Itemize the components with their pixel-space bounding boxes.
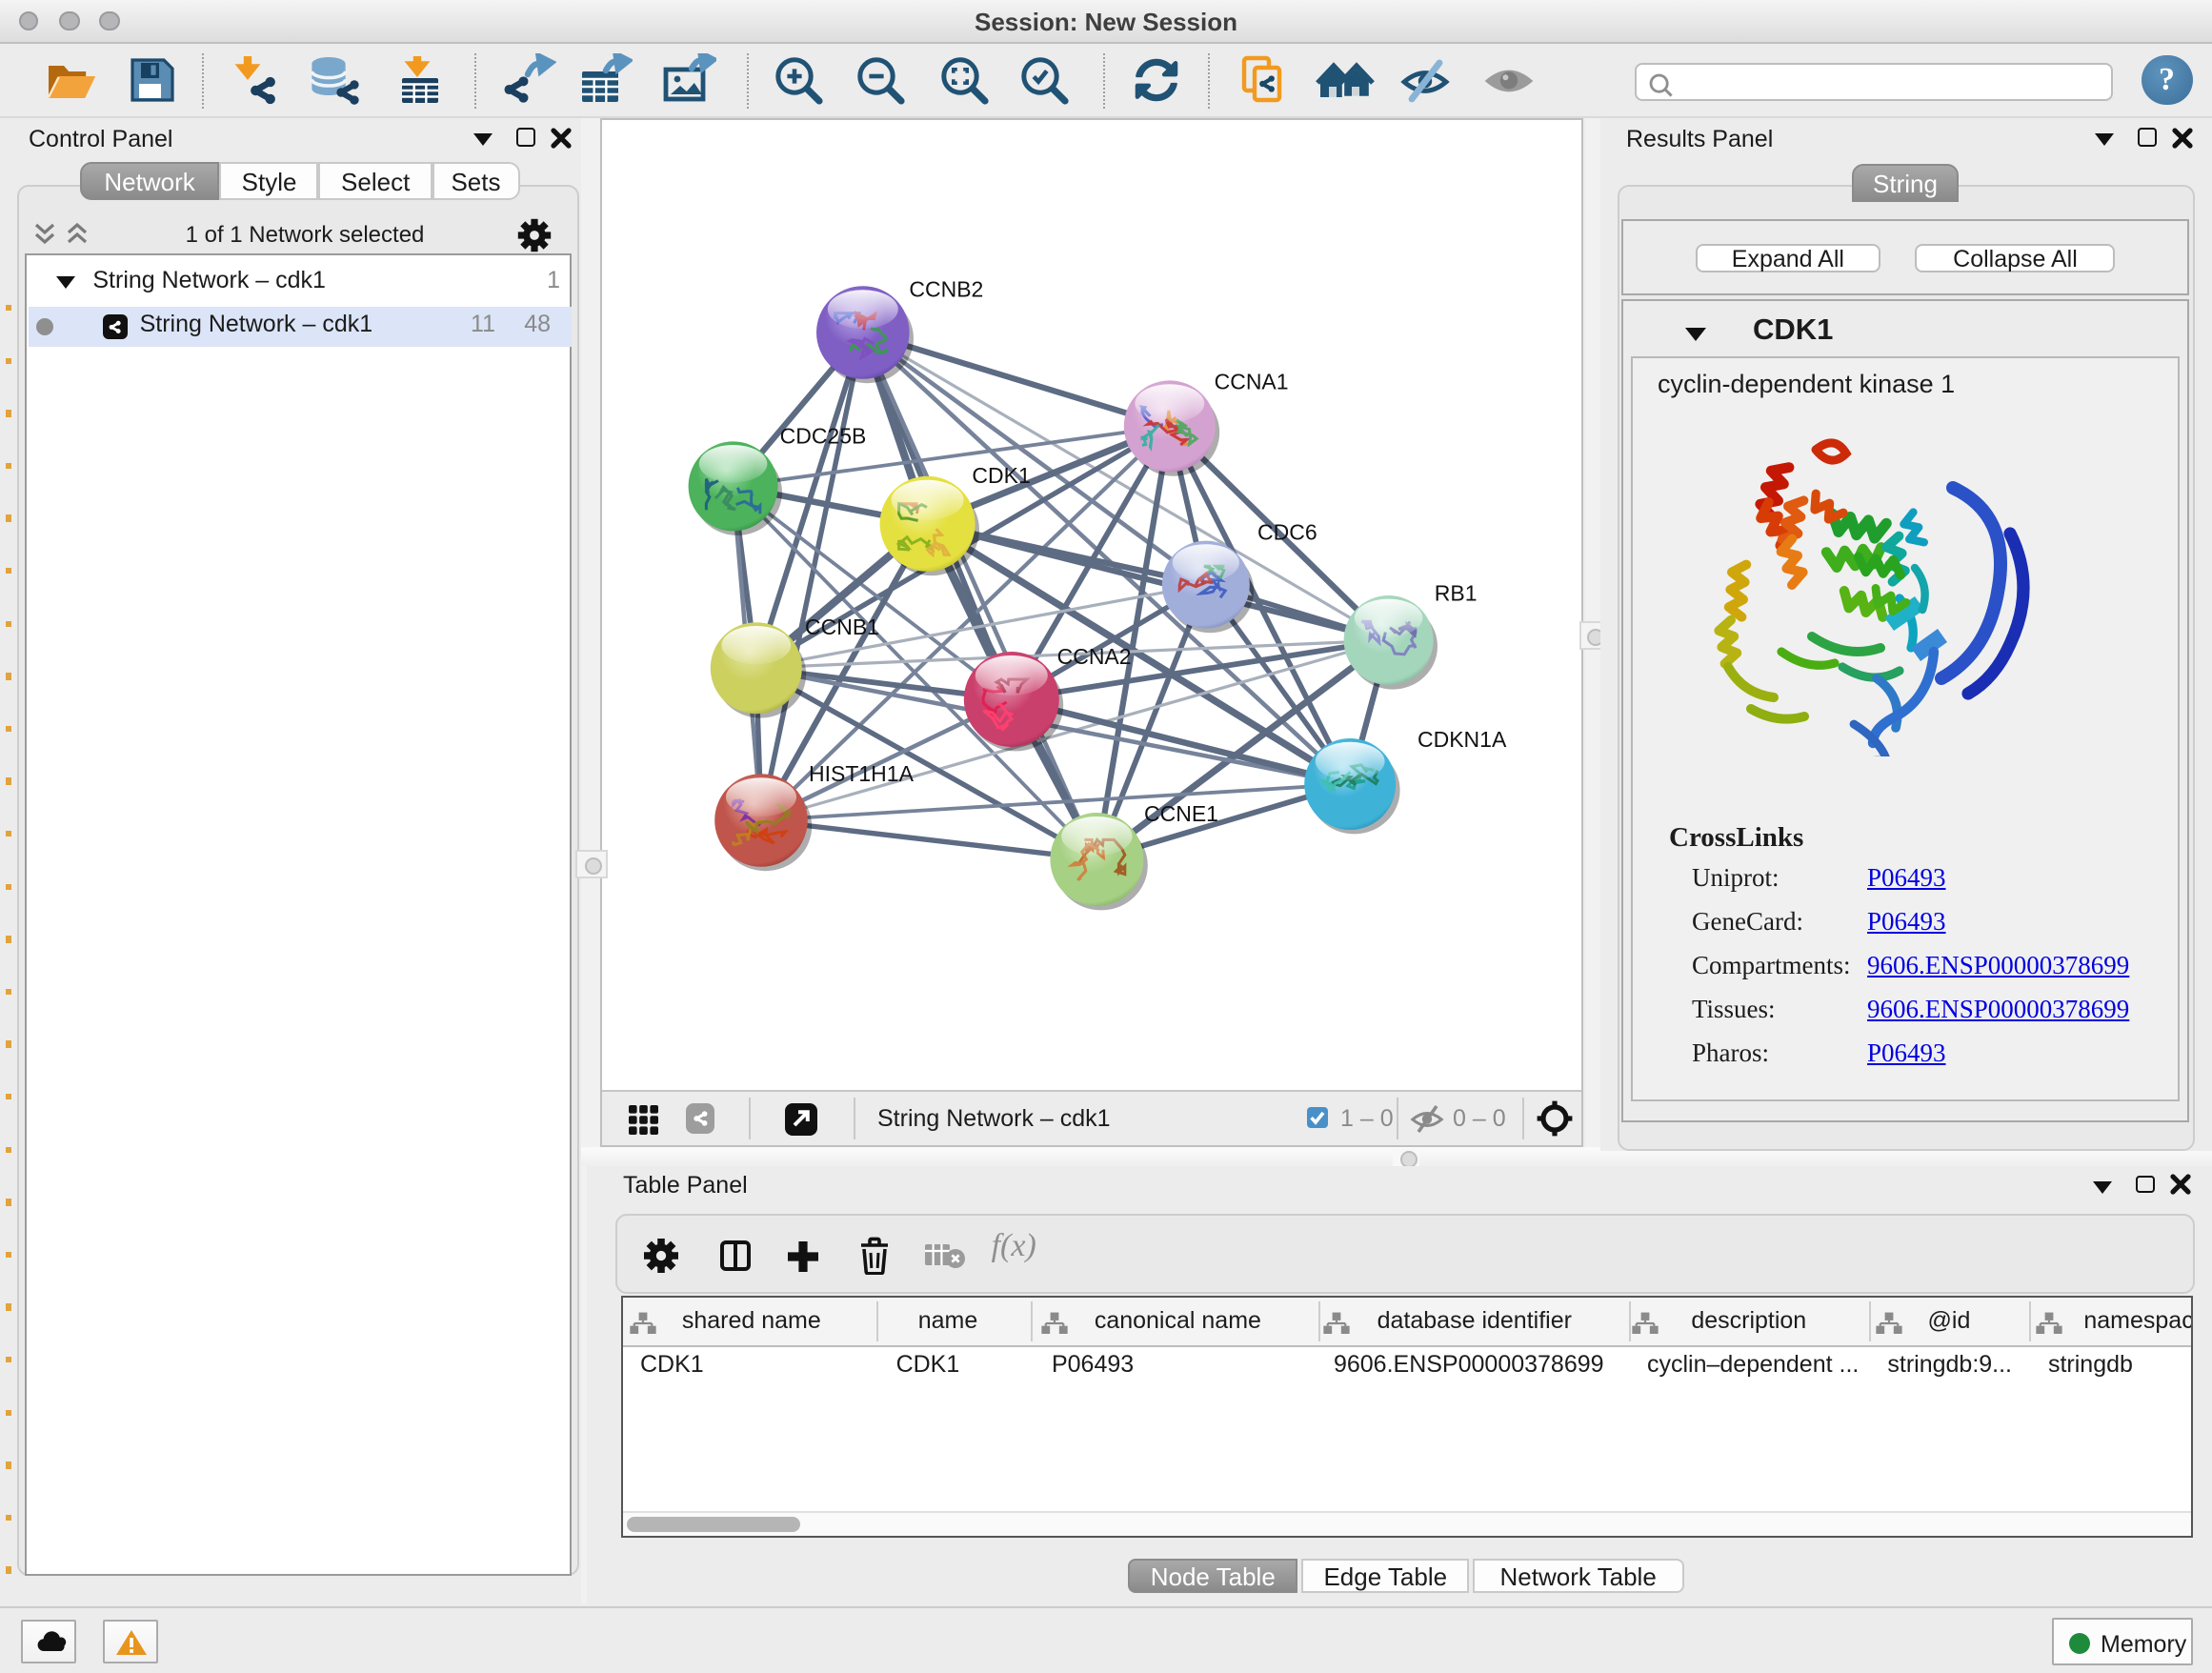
svg-text:CDKN1A: CDKN1A [1417, 727, 1506, 752]
svg-text:RB1: RB1 [1434, 580, 1477, 605]
svg-text:CCNB2: CCNB2 [908, 277, 982, 302]
svg-text:CCNB1: CCNB1 [804, 615, 878, 639]
svg-text:CDC6: CDC6 [1257, 520, 1317, 545]
svg-text:CCNA2: CCNA2 [1056, 644, 1131, 669]
svg-text:CCNA1: CCNA1 [1214, 369, 1288, 393]
svg-text:CCNE1: CCNE1 [1143, 801, 1217, 826]
svg-text:CDC25B: CDC25B [779, 424, 866, 449]
svg-text:CDK1: CDK1 [971, 463, 1029, 488]
svg-text:HIST1H1A: HIST1H1A [808, 761, 914, 786]
